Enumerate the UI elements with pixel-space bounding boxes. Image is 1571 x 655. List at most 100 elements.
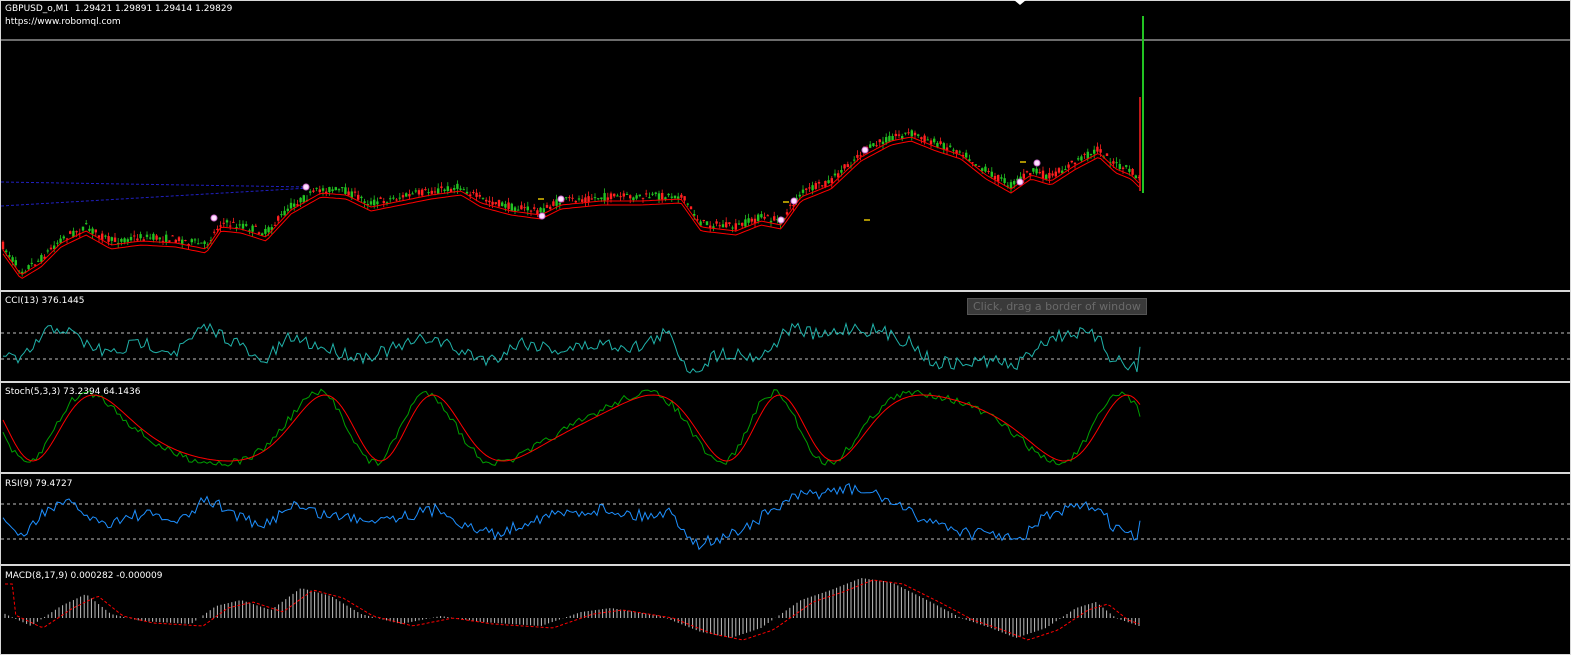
price-candle-body — [1035, 168, 1038, 174]
price-candle-body — [465, 191, 469, 194]
price-candle-body — [277, 216, 280, 221]
price-candle-body — [952, 149, 955, 151]
price-candle-body — [689, 206, 693, 210]
rsi-indicator-pane[interactable]: RSI(9) 79.4727 — [0, 473, 1571, 565]
price-candle-body — [293, 203, 296, 207]
price-candle-body — [129, 237, 133, 241]
price-candle-body — [334, 187, 337, 191]
price-candle-body — [555, 199, 558, 206]
price-candle-body — [997, 174, 1000, 182]
price-candle-body — [965, 152, 968, 158]
price-candle-body — [709, 225, 712, 228]
rsi-indicator-label: RSI(9) 79.4727 — [5, 479, 73, 489]
price-candle-body — [427, 192, 430, 194]
price-candle-body — [389, 198, 392, 200]
price-candle-body — [315, 187, 318, 189]
price-candle-body — [283, 210, 286, 216]
price-candle-body — [158, 237, 161, 240]
price-chart-pane[interactable]: GBPUSD_o,M1 1.29421 1.29891 1.29414 1.29… — [0, 0, 1571, 291]
price-candle-body — [603, 193, 606, 201]
price-candle-body — [360, 196, 363, 199]
price-candle-body — [894, 133, 897, 137]
cci-indicator-pane[interactable]: CCI(13) 376.1445 Click, drag a border of… — [0, 291, 1571, 382]
price-candle-body — [654, 192, 657, 194]
price-candle-body — [59, 238, 62, 243]
price-candle-body — [475, 192, 478, 197]
price-candle-body — [14, 260, 17, 266]
price-candle-body — [897, 134, 901, 136]
macd-signal-line — [5, 579, 1140, 641]
price-candle-body — [145, 234, 149, 237]
price-candle-body — [1067, 164, 1070, 168]
price-candle-body — [1086, 151, 1089, 159]
price-candle-body — [757, 214, 760, 222]
price-candle-body — [725, 222, 728, 228]
price-candle-body — [376, 201, 379, 205]
price-candle-body — [731, 227, 734, 229]
price-candle-body — [734, 223, 737, 230]
price-candle-body — [382, 201, 385, 203]
price-candle-body — [181, 239, 184, 245]
moving-average-line-2 — [2, 140, 1140, 279]
price-candle-body — [574, 200, 577, 203]
price-candle-body — [289, 202, 293, 209]
price-candle-body — [830, 178, 833, 183]
price-candle-body — [926, 139, 929, 141]
price-candle-body — [421, 189, 424, 196]
price-candle-body — [462, 189, 465, 191]
price-candle-body — [593, 197, 597, 199]
price-candle-body — [933, 138, 936, 143]
price-candle-body — [200, 242, 203, 244]
price-candle-body — [193, 239, 197, 241]
price-candle-body — [1009, 182, 1013, 189]
price-candle-body — [549, 206, 552, 209]
price-candle-body — [165, 234, 168, 243]
price-candle-body — [990, 171, 993, 177]
price-candle-body — [414, 190, 417, 192]
price-candle-body — [267, 227, 270, 233]
price-candle-body — [693, 213, 696, 216]
price-candle-body — [302, 195, 305, 203]
price-candle-body — [789, 204, 792, 206]
price-candle-body — [517, 209, 520, 211]
price-candle-body — [446, 186, 449, 191]
price-candle-body — [635, 195, 638, 199]
price-candle-body — [107, 236, 110, 242]
macd-indicator-pane[interactable]: MACD(8,17,9) 0.000282 -0.000009 — [0, 565, 1571, 655]
price-candle-body — [715, 221, 718, 224]
price-candle-body — [238, 224, 241, 226]
price-candle-body — [299, 197, 302, 203]
price-candle-body — [747, 218, 750, 223]
price-candle-body — [104, 235, 107, 237]
price-candle-body — [513, 207, 517, 212]
price-candle-body — [773, 216, 776, 221]
price-candle-body — [203, 241, 206, 245]
price-candle-body — [885, 137, 888, 143]
price-candle-body — [712, 226, 715, 228]
price-candle-body — [341, 187, 344, 189]
price-candle-body — [808, 187, 811, 189]
price-candle-body — [945, 147, 949, 150]
price-candle-body — [878, 139, 881, 143]
price-candle-body — [843, 164, 846, 169]
stochastic-main-line — [2, 388, 1141, 467]
price-candle-body — [395, 199, 398, 201]
price-candle-body — [110, 237, 113, 241]
stochastic-indicator-pane[interactable]: Stoch(5,3,3) 73.2394 64.1436 — [0, 382, 1571, 473]
price-candle-body — [254, 225, 257, 227]
price-candle-body — [536, 210, 539, 215]
price-candle-body — [805, 188, 808, 190]
price-candle-body — [683, 196, 686, 201]
price-candle-body — [613, 193, 616, 197]
price-candle-body — [750, 218, 753, 222]
price-candle-body — [478, 194, 481, 197]
price-candle-body — [49, 247, 53, 250]
price-candle-body — [1045, 174, 1048, 179]
scroll-position-marker-icon[interactable] — [1014, 0, 1026, 5]
price-candle-body — [622, 193, 625, 197]
price-candle-body — [245, 224, 248, 226]
price-candle-body — [1003, 178, 1006, 184]
signal-arrow-icon — [210, 214, 218, 222]
price-candle-body — [241, 223, 245, 229]
price-candle-body — [139, 234, 142, 239]
